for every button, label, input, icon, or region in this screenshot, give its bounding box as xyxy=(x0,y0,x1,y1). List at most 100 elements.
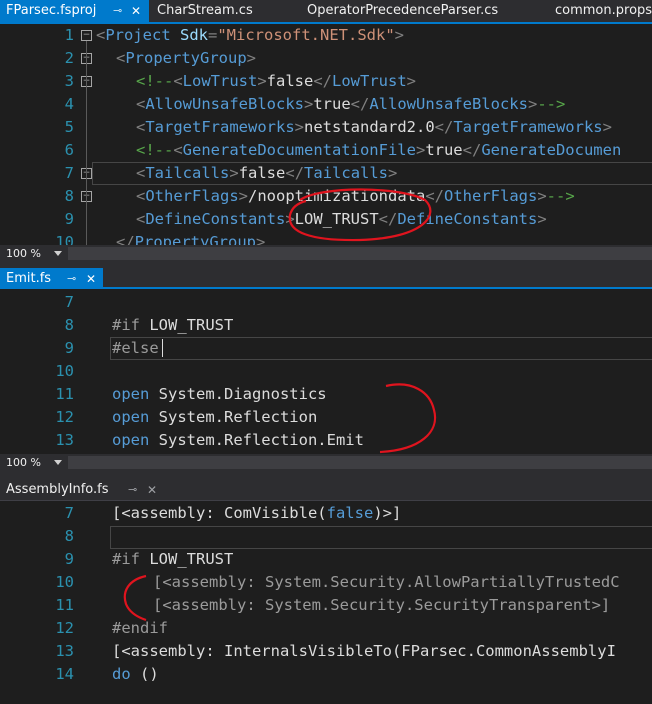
code-token: netstandard2.0 xyxy=(304,118,435,136)
code-text: [<assembly: System.Security.SecurityTran… xyxy=(153,594,610,617)
code-text: <Project Sdk="Microsoft.NET.Sdk"> xyxy=(96,24,404,47)
close-icon[interactable]: ✕ xyxy=(147,479,157,501)
code-line[interactable]: 3 <!--<LowTrust>false</LowTrust> xyxy=(0,70,652,93)
code-line[interactable]: 9 #if LOW_TRUST xyxy=(0,548,652,571)
code-token: DefineConstants xyxy=(397,210,538,228)
code-token: PropertyGroup xyxy=(134,233,256,245)
code-line[interactable]: 12 #endif xyxy=(0,617,652,640)
code-line[interactable]: 13 [<assembly: InternalsVisibleTo(FParsec… xyxy=(0,640,652,663)
code-line[interactable]: 14 do () xyxy=(0,663,652,686)
code-token: </ xyxy=(462,141,482,159)
line-number: 11 xyxy=(55,385,74,403)
horizontal-scrollbar[interactable] xyxy=(68,456,652,469)
code-token: <!-- xyxy=(136,72,174,90)
code-text: #if LOW_TRUST xyxy=(112,548,233,571)
line-number: 12 xyxy=(55,619,74,637)
pin-icon[interactable]: ⊸ xyxy=(67,268,76,288)
chevron-down-icon[interactable] xyxy=(54,251,62,256)
tab-charstream-cs[interactable]: CharStream.cs xyxy=(149,0,289,22)
code-token: Sdk xyxy=(170,26,208,44)
code-token: System.Reflection.Emit xyxy=(149,431,364,449)
horizontal-scrollbar[interactable] xyxy=(68,247,652,260)
code-token: > xyxy=(246,49,257,67)
zoom-level[interactable]: 100 % xyxy=(6,454,41,471)
code-text: <TargetFrameworks>netstandard2.0</Target… xyxy=(136,116,612,139)
tab-label: OperatorPrecedenceParser.cs xyxy=(307,3,499,18)
code-text: [<assembly: System.Security.AllowPartial… xyxy=(153,571,620,594)
code-token: Project xyxy=(105,26,171,44)
close-icon[interactable]: ✕ xyxy=(131,0,141,22)
code-token: LowTrust xyxy=(182,72,258,90)
code-token: </ xyxy=(425,187,444,205)
line-number: 8 xyxy=(64,527,74,545)
code-token: "Microsoft.NET.Sdk" xyxy=(217,26,395,44)
code-line[interactable]: 2 <PropertyGroup> xyxy=(0,47,652,70)
code-line[interactable]: 10 xyxy=(0,360,652,383)
code-token: AllowUnsafeBlocks xyxy=(145,95,304,113)
tab-label: AssemblyInfo.fs xyxy=(6,482,109,497)
close-icon[interactable]: ✕ xyxy=(86,268,96,288)
line-number: 6 xyxy=(64,141,74,159)
tab-assemblyinfo-fs[interactable]: AssemblyInfo.fs ⊸ ✕ xyxy=(0,479,170,501)
tab-emit-fs[interactable]: Emit.fs ⊸ ✕ xyxy=(0,268,103,288)
code-line[interactable]: 13 open System.Reflection.Emit xyxy=(0,429,652,452)
code-token: false xyxy=(326,504,374,522)
code-token: LOW_TRUST xyxy=(140,316,234,334)
editor-pane-assemblyinfo-fs[interactable]: 7 [<assembly: ComVisible(false)>] 8 9 #if LO… xyxy=(0,501,652,704)
code-line[interactable]: 7 xyxy=(0,291,652,314)
code-line[interactable]: 12 open System.Reflection xyxy=(0,406,652,429)
editor-pane-emit-fs[interactable]: 7 8 #if LOW_TRUST 9 #else 10 11 open System.Dia… xyxy=(0,289,652,454)
code-token: > xyxy=(537,210,547,228)
pin-icon[interactable]: ⊸ xyxy=(128,479,137,501)
code-line[interactable]: 10 [<assembly: System.Security.AllowParti… xyxy=(0,571,652,594)
code-line[interactable]: 7 [<assembly: ComVisible(false)>] xyxy=(0,502,652,525)
code-token: < xyxy=(96,26,106,44)
fold-guide-line xyxy=(86,41,87,245)
code-token: < xyxy=(136,118,146,136)
line-number: 13 xyxy=(55,642,74,660)
code-token: #if xyxy=(112,316,140,334)
code-token: --> xyxy=(537,95,566,113)
code-token: open xyxy=(112,385,150,403)
code-text: open System.Diagnostics xyxy=(112,383,327,406)
code-token: GenerateDocumentationFile xyxy=(182,141,416,159)
code-line[interactable]: 4 <AllowUnsafeBlocks>true</AllowUnsafeBlo… xyxy=(0,93,652,116)
code-token: > xyxy=(415,141,426,159)
line-number: 8 xyxy=(64,187,74,205)
code-line[interactable]: 1 <Project Sdk="Microsoft.NET.Sdk"> xyxy=(0,24,652,47)
line-number: 5 xyxy=(64,118,74,136)
line-number: 10 xyxy=(55,573,74,591)
code-line[interactable]: 9 <DefineConstants>LOW_TRUST</DefineConst… xyxy=(0,208,652,231)
code-line[interactable]: 8 #if LOW_TRUST xyxy=(0,314,652,337)
tab-fparsec-fsproj[interactable]: FParsec.fsproj ⊸ ✕ xyxy=(0,0,149,22)
editor-pane-fsproj[interactable]: 1 <Project Sdk="Microsoft.NET.Sdk"> 2 <Prop… xyxy=(0,24,652,245)
code-token: <!-- xyxy=(136,141,174,159)
code-line[interactable]: 11 [<assembly: System.Security.SecurityTr… xyxy=(0,594,652,617)
tab-common-props[interactable]: common.props xyxy=(548,0,652,22)
tab-operatorprecedenceparser-cs[interactable]: OperatorPrecedenceParser.cs xyxy=(300,0,540,22)
zoom-level[interactable]: 100 % xyxy=(6,245,41,262)
code-token: > xyxy=(238,187,249,205)
code-token: --> xyxy=(546,187,575,205)
code-token: = xyxy=(208,26,218,44)
code-token: GenerateDocumen xyxy=(481,141,622,159)
code-token: false xyxy=(266,72,314,90)
chevron-down-icon[interactable] xyxy=(54,460,62,465)
code-token: > xyxy=(537,187,547,205)
code-line[interactable]: 6 <!--<GenerateDocumentationFile>true</Ge… xyxy=(0,139,652,162)
code-token: > xyxy=(602,118,612,136)
code-token: PropertyGroup xyxy=(125,49,247,67)
code-token: true xyxy=(313,95,351,113)
code-line[interactable]: 8 <OtherFlags>/nooptimizationdata</OtherF… xyxy=(0,185,652,208)
code-token: > xyxy=(394,26,404,44)
fold-toggle-icon[interactable]: − xyxy=(81,30,92,41)
pin-icon[interactable]: ⊸ xyxy=(113,0,122,22)
code-token: LOW_TRUST xyxy=(294,210,379,228)
code-token: [<assembly: InternalsVisibleTo(FParsec.C… xyxy=(112,642,616,660)
code-line[interactable]: 10 </PropertyGroup> xyxy=(0,231,652,245)
code-text: <AllowUnsafeBlocks>true</AllowUnsafeBloc… xyxy=(136,93,565,116)
code-line[interactable]: 11 open System.Diagnostics xyxy=(0,383,652,406)
code-token: do xyxy=(112,665,131,683)
code-line[interactable]: 5 <TargetFrameworks>netstandard2.0</Targe… xyxy=(0,116,652,139)
code-text: <DefineConstants>LOW_TRUST</DefineConsta… xyxy=(136,208,547,231)
